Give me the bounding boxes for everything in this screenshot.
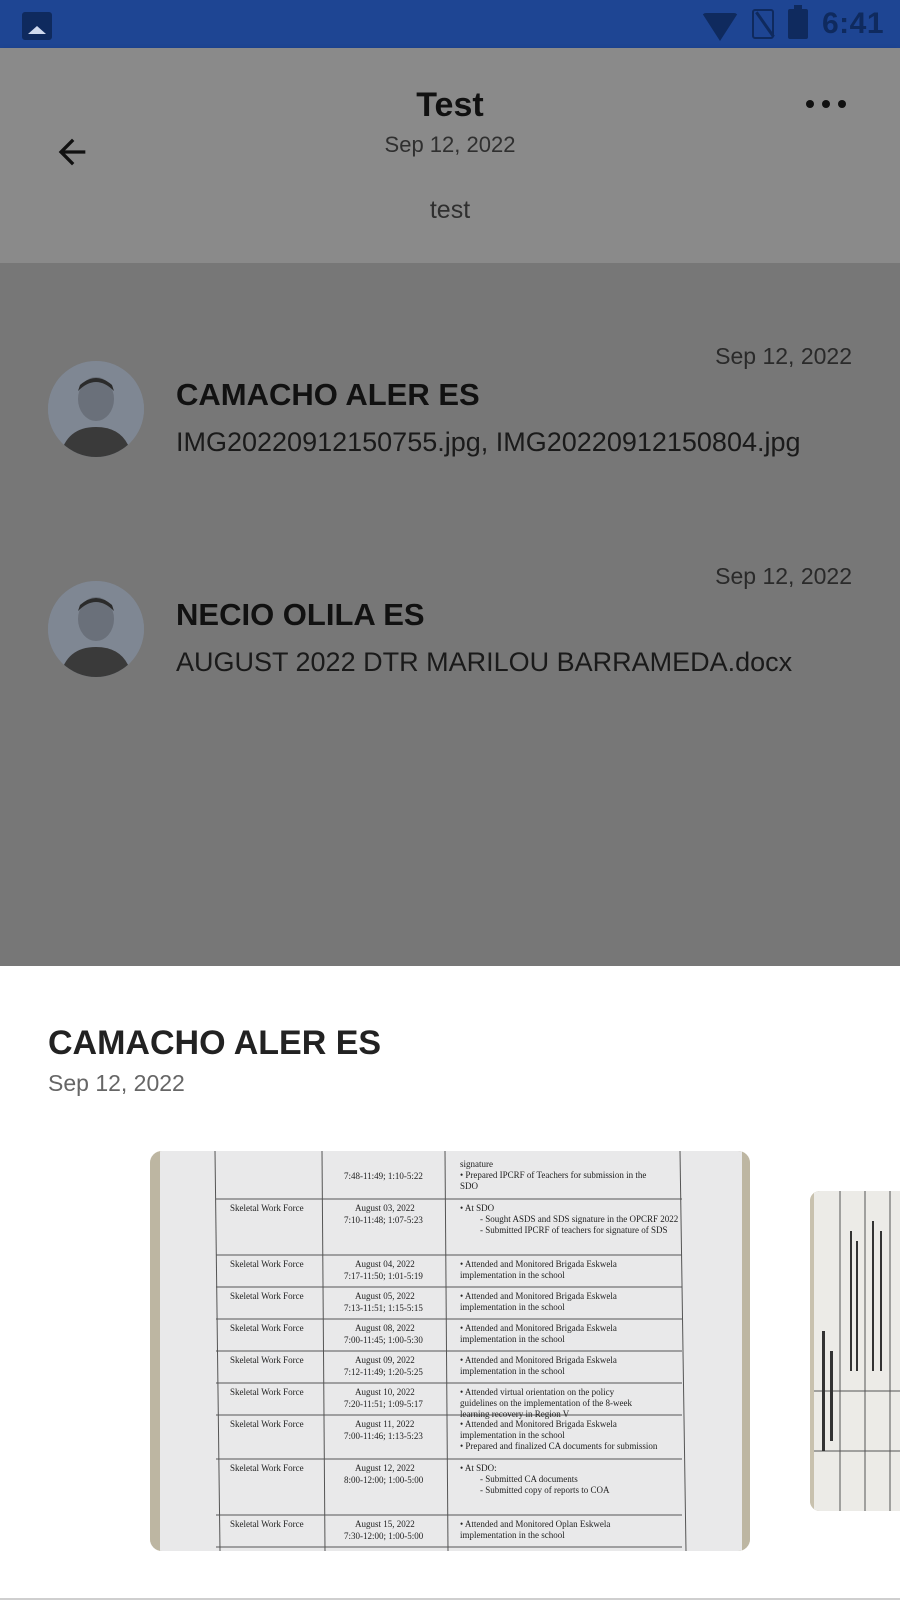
table-cell-activity: • Attended virtual orientation on the po… (460, 1387, 615, 1397)
list-item[interactable]: Sep 12, 2022 CAMACHO ALER ES IMG20220912… (0, 325, 900, 485)
battery-icon (787, 5, 808, 39)
status-bar: 6:41 (0, 0, 900, 48)
page-description: test (429, 196, 471, 224)
table-cell-activity: • Attended and Monitored Brigada Eskwela (460, 1419, 617, 1429)
table-cell-date: August 11, 2022 (355, 1419, 414, 1429)
table-cell-activity: SDO (460, 1181, 479, 1191)
page-title: Test (416, 86, 484, 124)
table-cell-activity: • Attended and Monitored Brigada Eskwela (460, 1291, 617, 1301)
table-cell-role: Skeletal Work Force (230, 1291, 304, 1301)
table-cell-time: 7:10-11:48; 1:07-5:23 (344, 1215, 423, 1225)
table-cell-activity: - Sought ASDS and SDS signature in the O… (480, 1214, 678, 1224)
table-cell-date: August 04, 2022 (355, 1259, 415, 1269)
status-time: 6:41 (821, 7, 884, 40)
table-cell-time: 7:13-11:51; 1:15-5:15 (344, 1303, 423, 1313)
table-cell-activity: - Submitted CA documents (480, 1474, 578, 1484)
table-cell-time: 7:12-11:49; 1:20-5:25 (344, 1367, 423, 1377)
person-icon (48, 581, 144, 677)
table-cell-time: 7:17-11:50; 1:01-5:19 (344, 1271, 423, 1281)
table-cell-activity: learning recovery in Region V (460, 1409, 570, 1419)
table-cell-date: August 08, 2022 (355, 1323, 415, 1333)
table-cell-role: Skeletal Work Force (230, 1203, 304, 1213)
image-notification-icon (22, 12, 52, 40)
document-photo (810, 1191, 900, 1511)
table-cell-date: August 12, 2022 (355, 1463, 415, 1473)
avatar (48, 361, 144, 457)
status-icons: 6:41 (701, 0, 884, 48)
table-cell-activity: • Prepared IPCRF of Teachers for submiss… (460, 1170, 646, 1180)
table-cell-activity: • Prepared and finalized CA documents fo… (460, 1441, 658, 1451)
attachment-photo-next[interactable] (810, 1191, 900, 1511)
wifi-icon (701, 13, 738, 41)
table-cell-role: Skeletal Work Force (230, 1463, 304, 1473)
table-cell-date: August 10, 2022 (355, 1387, 415, 1397)
sender-name: NECIO OLILA ES (176, 597, 425, 632)
attachment-list: IMG20220912150755.jpg, IMG20220912150804… (176, 427, 801, 457)
table-cell-activity: implementation in the school (460, 1430, 565, 1440)
table-cell-date: August 03, 2022 (355, 1203, 415, 1213)
table-cell-role: Skeletal Work Force (230, 1323, 304, 1333)
table-cell-time: 7:30-12:00; 1:00-5:00 (344, 1531, 424, 1541)
table-cell-date: August 15, 2022 (355, 1519, 415, 1529)
table-cell-date: August 09, 2022 (355, 1355, 415, 1365)
sheet-sender-name: CAMACHO ALER ES (48, 1024, 382, 1062)
table-cell-role: Skeletal Work Force (230, 1519, 304, 1529)
message-list: Sep 12, 2022 CAMACHO ALER ES IMG20220912… (0, 263, 900, 966)
table-cell-date: August 05, 2022 (355, 1291, 415, 1301)
message-date: Sep 12, 2022 (715, 563, 852, 589)
table-cell-activity: implementation in the school (460, 1334, 565, 1344)
table-cell-time: 7:00-11:46; 1:13-5:23 (344, 1431, 423, 1441)
table-cell-activity: • Attended and Monitored Brigada Eskwela (460, 1259, 617, 1269)
table-cell-time: 7:00-11:45; 1:00-5:30 (344, 1335, 423, 1345)
table-cell-time: 7:20-11:51; 1:09-5:17 (344, 1399, 423, 1409)
table-cell-role: Skeletal Work Force (230, 1259, 304, 1269)
table-cell-role: Skeletal Work Force (230, 1355, 304, 1365)
table-cell-role: Skeletal Work Force (230, 1419, 304, 1429)
table-cell-activity: • Attended and Monitored Brigada Eskwela (460, 1355, 617, 1365)
message-date: Sep 12, 2022 (715, 343, 852, 369)
table-cell-activity: implementation in the school (460, 1270, 565, 1280)
document-photo: 7:48-11:49; 1:10-5:22signature• Prepared… (150, 1151, 750, 1551)
table-cell-activity: implementation in the school (460, 1302, 565, 1312)
table-cell-activity: • Attended and Monitored Oplan Eskwela (460, 1519, 610, 1529)
table-cell-time: 8:00-12:00; 1:00-5:00 (344, 1475, 424, 1485)
table-cell-role: Skeletal Work Force (230, 1387, 304, 1397)
table-cell-activity: guidelines on the implementation of the … (460, 1398, 632, 1408)
table-cell-activity: implementation in the school (460, 1366, 565, 1376)
list-item[interactable]: Sep 12, 2022 NECIO OLILA ES AUGUST 2022 … (0, 545, 900, 705)
table-cell-activity: - Submitted copy of reports to COA (480, 1485, 610, 1495)
table-cell-activity: - Submitted IPCRF of teachers for signat… (480, 1225, 667, 1235)
page-date: Sep 12, 2022 (384, 132, 516, 157)
sheet-date: Sep 12, 2022 (48, 1070, 185, 1096)
table-cell-activity: • At SDO: (460, 1463, 497, 1473)
table-cell-activity: implementation in the school (460, 1530, 565, 1540)
bottom-sheet: CAMACHO ALER ES Sep 12, 2022 7:48-11:49;… (0, 966, 900, 1600)
sender-name: CAMACHO ALER ES (176, 377, 480, 412)
attachment-list: AUGUST 2022 DTR MARILOU BARRAMEDA.docx (176, 647, 793, 677)
person-icon (48, 361, 144, 457)
attachment-photo[interactable]: 7:48-11:49; 1:10-5:22 signature • Prepared… (150, 1151, 750, 1551)
table-cell-activity: • Attended and Monitored Brigada Eskwela (460, 1323, 617, 1333)
more-horizontal-icon[interactable] (806, 96, 846, 112)
table-cell-activity: signature (460, 1159, 493, 1169)
avatar (48, 581, 144, 677)
no-sim-icon (751, 9, 774, 39)
table-cell-activity: • At SDO (460, 1203, 495, 1213)
header: Test Sep 12, 2022 test (0, 48, 900, 263)
table-cell-time: 7:48-11:49; 1:10-5:22 (344, 1171, 423, 1181)
